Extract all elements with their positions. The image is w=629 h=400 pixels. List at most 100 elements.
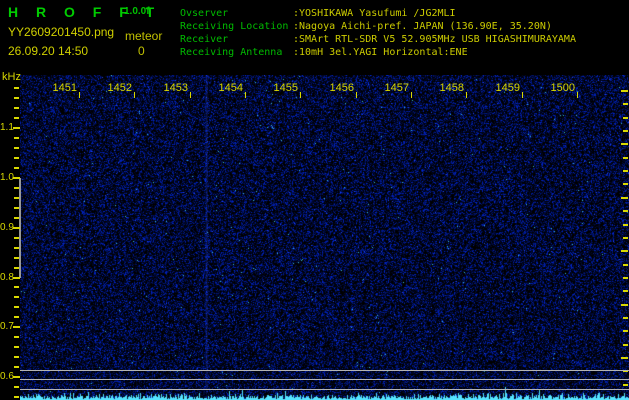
right-tick	[623, 170, 628, 172]
y-minor-tick	[14, 97, 19, 99]
reference-line	[20, 379, 629, 380]
y-major-tick	[13, 277, 20, 279]
y-axis-unit-label: kHz	[2, 71, 21, 83]
y-minor-tick	[14, 197, 19, 199]
right-tick	[623, 317, 628, 319]
x-tick-label: 1455	[273, 82, 298, 94]
y-minor-tick	[14, 187, 19, 189]
x-tick-label: 1457	[384, 82, 409, 94]
right-tick	[621, 197, 628, 199]
right-tick	[623, 384, 628, 386]
x-tick	[356, 92, 357, 98]
x-tick-label: 1453	[163, 82, 188, 94]
y-tick-label: 0.6	[0, 371, 14, 382]
reference-line	[20, 389, 629, 390]
y-minor-tick	[14, 286, 19, 288]
y-minor-tick	[14, 87, 19, 89]
y-tick-label: 1.1	[0, 122, 14, 133]
x-tick	[245, 92, 246, 98]
info-label: Receiving Location	[180, 21, 289, 32]
right-tick	[623, 183, 628, 185]
info-value: :Nagoya Aichi-pref. JAPAN (136.90E, 35.2…	[293, 21, 552, 32]
spectrogram-canvas	[20, 75, 629, 400]
x-tick	[134, 92, 135, 98]
info-row-antenna: Receiving Antenna :10mH 3el.YAGI Horizon…	[180, 46, 576, 59]
start-datetime: 26.09.20 14:50	[8, 44, 89, 58]
right-tick	[621, 250, 628, 252]
y-major-tick	[13, 376, 20, 378]
info-row-location: Receiving Location :Nagoya Aichi-pref. J…	[180, 20, 576, 33]
right-tick	[623, 330, 628, 332]
output-filename: YY2609201450.png	[8, 25, 115, 39]
right-tick	[621, 90, 628, 92]
y-tick-label: 0.8	[0, 272, 14, 283]
right-tick	[623, 344, 628, 346]
x-tick	[411, 92, 412, 98]
y-minor-tick	[14, 366, 19, 368]
x-tick-label: 1458	[439, 82, 464, 94]
mode-label: meteor	[125, 29, 163, 43]
right-tick	[623, 237, 628, 239]
y-minor-tick	[14, 217, 19, 219]
y-tick-label: 0.7	[0, 321, 14, 332]
y-minor-tick	[14, 107, 19, 109]
right-tick	[623, 277, 628, 279]
x-tick	[522, 92, 523, 98]
y-minor-tick	[14, 147, 19, 149]
y-minor-tick	[14, 296, 19, 298]
y-major-tick	[13, 127, 20, 129]
y-minor-tick	[14, 396, 19, 398]
observer-info-block: Ovserver :YOSHIKAWA Yasufumi /JG2MLI Rec…	[180, 7, 576, 59]
info-value: :10mH 3el.YAGI Horizontal:ENE	[293, 47, 468, 58]
info-value: :YOSHIKAWA Yasufumi /JG2MLI	[293, 8, 456, 19]
x-tick	[79, 92, 80, 98]
right-tick	[621, 143, 628, 145]
x-tick	[577, 92, 578, 98]
right-tick	[623, 157, 628, 159]
y-minor-tick	[14, 207, 19, 209]
right-tick	[623, 117, 628, 119]
y-tick-label: 1.0	[0, 172, 14, 183]
x-tick	[466, 92, 467, 98]
info-value: :SMArt RTL-SDR V5 52.905MHz USB HIGASHIM…	[293, 34, 576, 45]
y-minor-tick	[14, 346, 19, 348]
y-minor-tick	[14, 167, 19, 169]
y-minor-tick	[14, 117, 19, 119]
x-tick-label: 1500	[550, 82, 575, 94]
x-tick-label: 1459	[495, 82, 520, 94]
y-minor-tick	[14, 386, 19, 388]
right-tick	[623, 210, 628, 212]
right-tick	[623, 264, 628, 266]
y-minor-tick	[14, 257, 19, 259]
right-tick	[623, 290, 628, 292]
y-minor-tick	[14, 336, 19, 338]
hrofft-window: H R O F F T 1.0.0f YY2609201450.png mete…	[0, 0, 629, 400]
y-minor-tick	[14, 247, 19, 249]
x-tick	[300, 92, 301, 98]
info-label: Ovserver	[180, 8, 229, 19]
meteor-count: 0	[138, 44, 145, 58]
info-row-receiver: Receiver :SMArt RTL-SDR V5 52.905MHz USB…	[180, 33, 576, 46]
right-tick	[621, 304, 628, 306]
y-minor-tick	[14, 306, 19, 308]
y-minor-tick	[14, 356, 19, 358]
y-major-tick	[13, 227, 20, 229]
right-tick	[623, 130, 628, 132]
y-minor-tick	[14, 137, 19, 139]
y-minor-tick	[14, 267, 19, 269]
right-tick	[623, 224, 628, 226]
x-tick-label: 1456	[329, 82, 354, 94]
right-tick	[623, 103, 628, 105]
info-label: Receiving Antenna	[180, 47, 283, 58]
y-minor-tick	[14, 316, 19, 318]
y-minor-tick	[14, 157, 19, 159]
y-major-tick	[13, 177, 20, 179]
interference-line	[206, 75, 208, 393]
reference-line	[20, 370, 629, 371]
y-minor-tick	[14, 237, 19, 239]
y-major-tick	[13, 326, 20, 328]
info-row-observer: Ovserver :YOSHIKAWA Yasufumi /JG2MLI	[180, 7, 576, 20]
x-tick-label: 1454	[218, 82, 243, 94]
x-tick-label: 1451	[52, 82, 77, 94]
app-version: 1.0.0f	[124, 6, 150, 17]
